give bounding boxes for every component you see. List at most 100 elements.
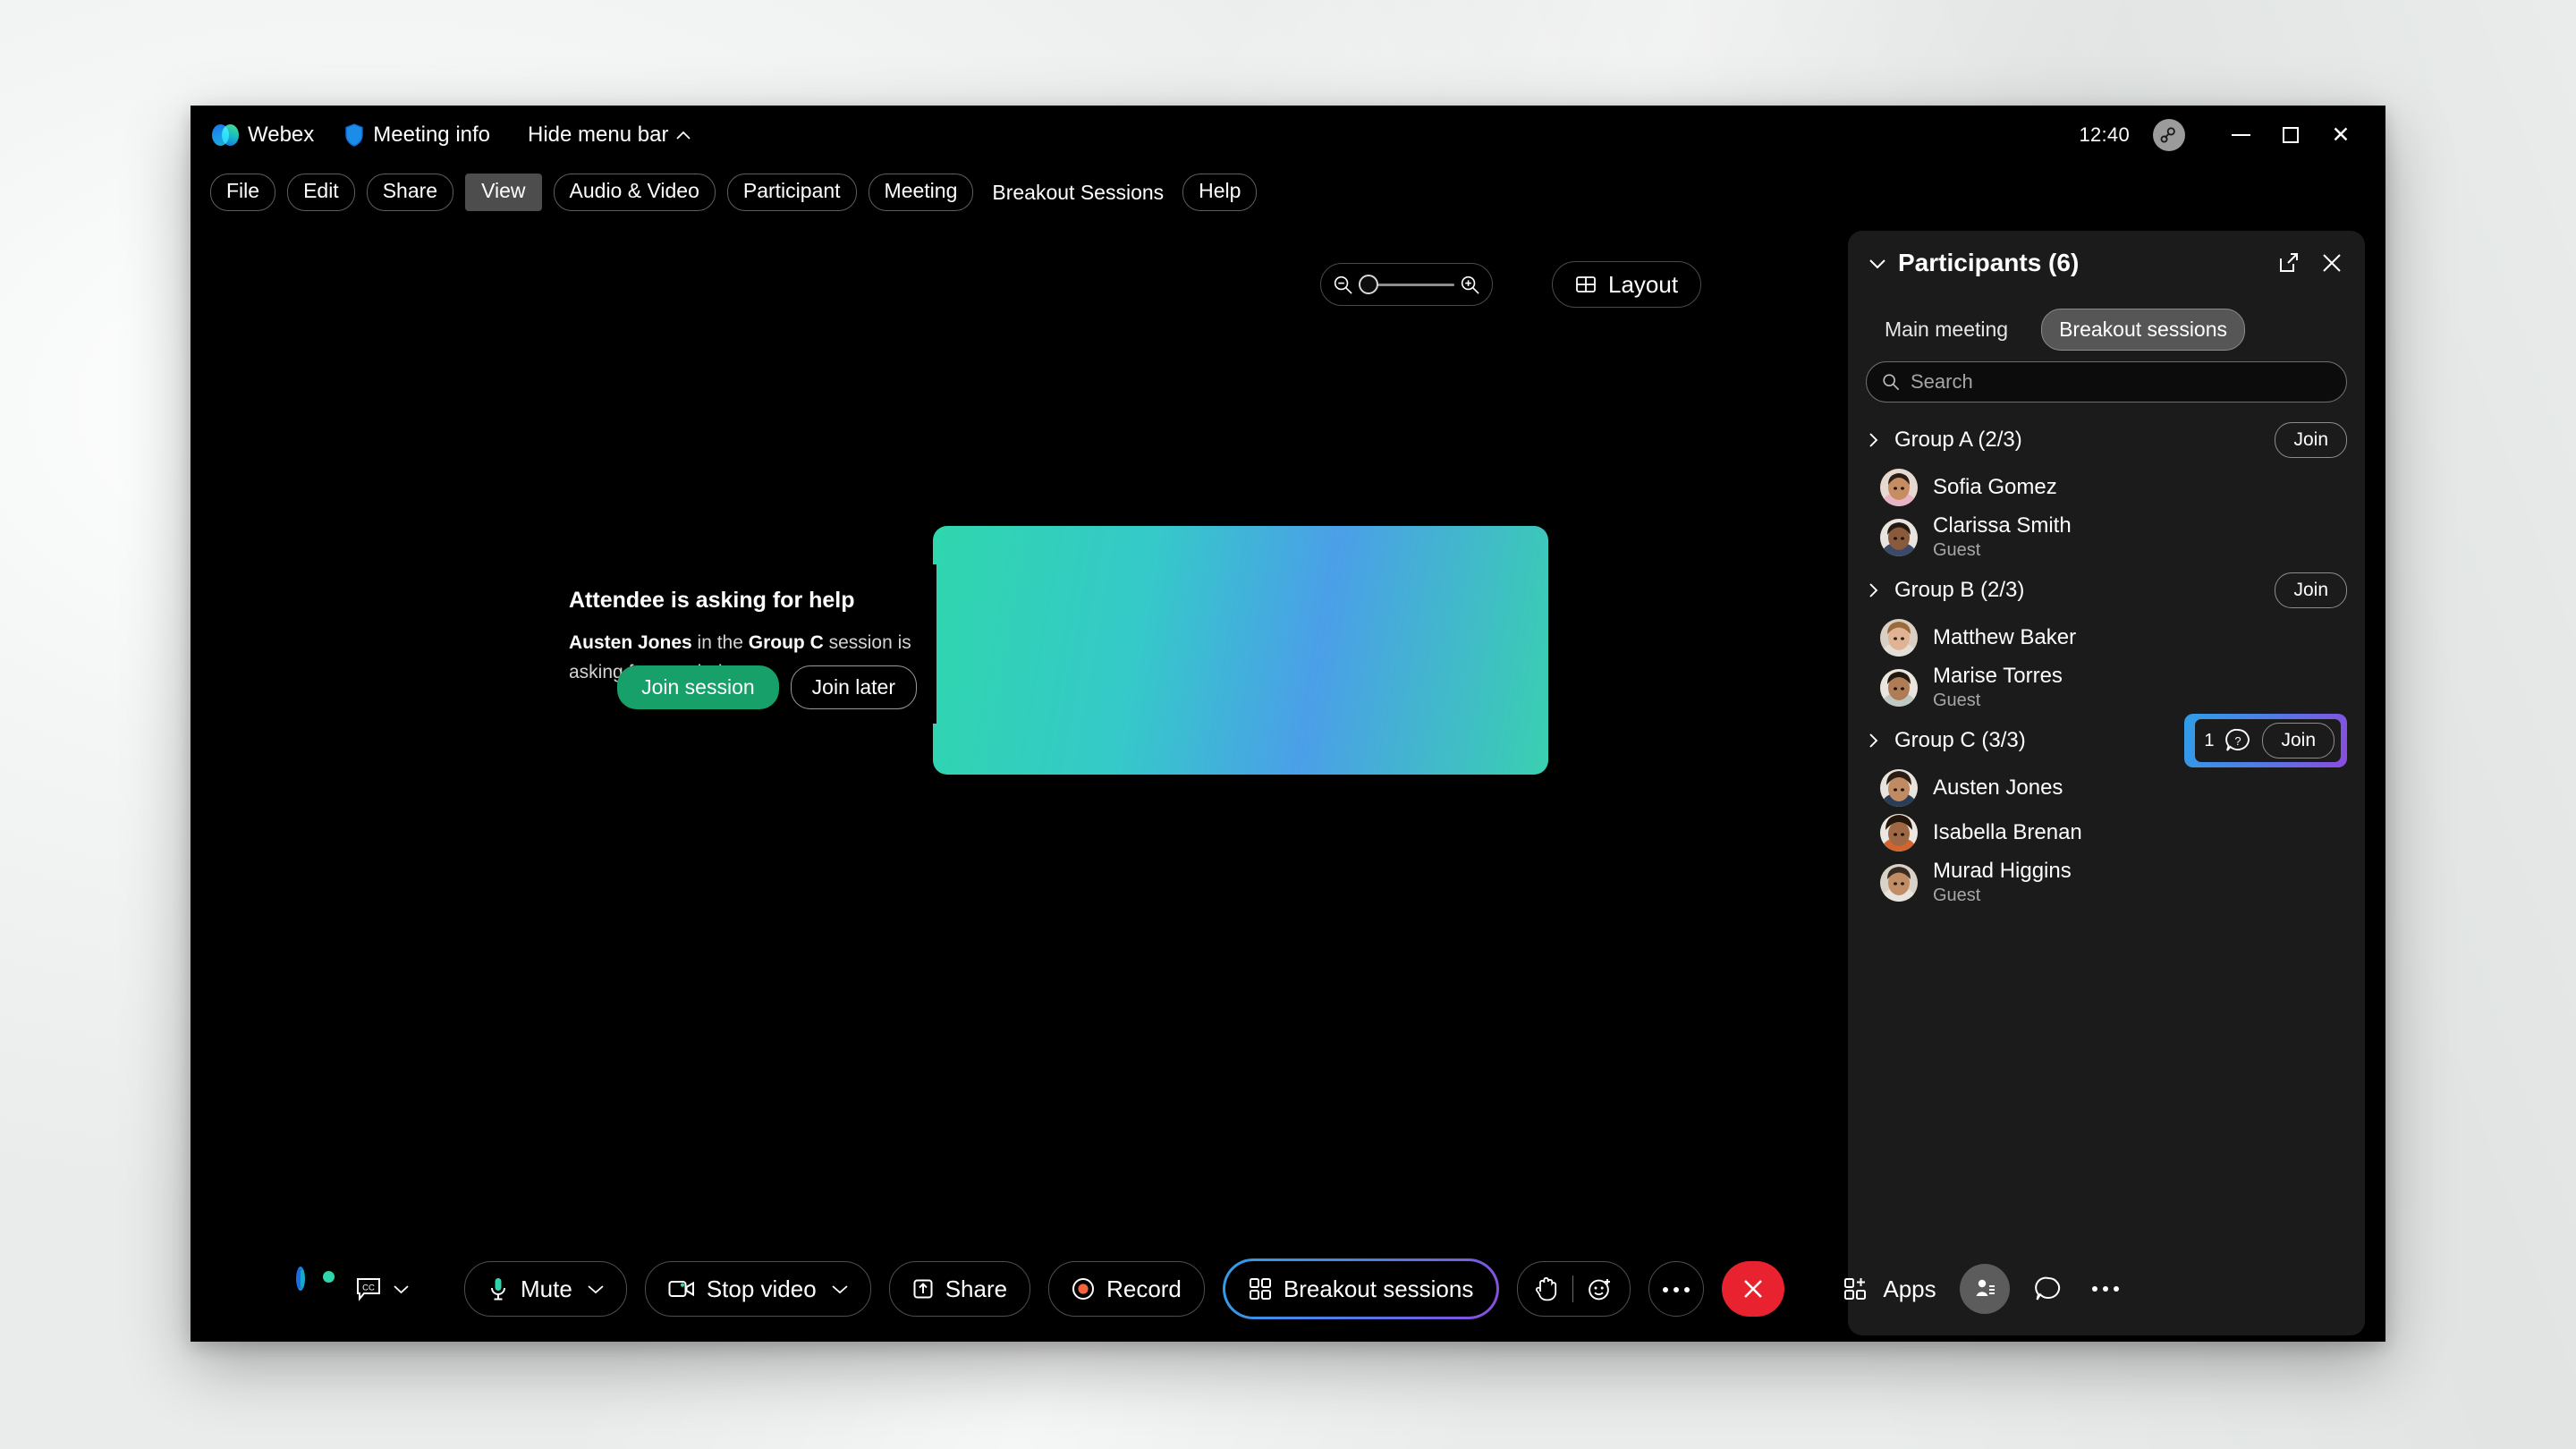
search-input[interactable] [1911, 370, 2331, 394]
stop-video-button[interactable]: Stop video [644, 1261, 871, 1317]
record-icon [1072, 1278, 1095, 1300]
participant-row[interactable]: Clarissa Smith Guest [1848, 510, 2365, 565]
video-tile[interactable] [307, 267, 922, 515]
menu-item-edit[interactable]: Edit [287, 174, 355, 211]
share-screen-icon [913, 1279, 933, 1299]
dialog-text-mid: in the [691, 632, 749, 653]
meeting-info-label: Meeting info [373, 123, 491, 147]
group-row-highlighted[interactable]: Group C (3/3) 1 ? Join [1848, 714, 2365, 767]
share-button[interactable]: Share [888, 1261, 1031, 1317]
help-request-count: 1 [2204, 730, 2215, 750]
group-row[interactable]: Group B (2/3) Join [1848, 565, 2365, 615]
group-row[interactable]: Group A (2/3) Join [1848, 415, 2365, 465]
participant-role: Guest [1933, 886, 1981, 906]
participants-tabs: Main meeting Breakout sessions [1848, 302, 2365, 356]
camera-icon [668, 1281, 694, 1297]
participant-row[interactable]: Austen Jones [1848, 766, 2365, 810]
breakout-sessions-label: Breakout sessions [1283, 1275, 1474, 1302]
shield-icon [345, 123, 363, 147]
participants-panel: Participants (6) Main meeting Breakout s… [1848, 231, 2365, 1335]
close-icon[interactable] [2317, 248, 2347, 278]
join-later-button[interactable]: Join later [790, 665, 917, 709]
participant-row[interactable]: Murad Higgins Guest [1848, 855, 2365, 911]
chat-bubble-icon [2034, 1276, 2060, 1301]
dialog-title: Attendee is asking for help [569, 588, 855, 613]
participant-name: Matthew Baker [1933, 625, 2077, 650]
breakout-grid-icon [1249, 1278, 1271, 1300]
chevron-right-icon[interactable] [1864, 732, 1882, 750]
hide-menu-bar-label: Hide menu bar [528, 123, 669, 147]
key-icon[interactable] [2153, 119, 2185, 151]
search-box[interactable] [1866, 361, 2347, 402]
emoji-icon[interactable] [1588, 1276, 1613, 1301]
question-bubble-icon[interactable]: ? [2224, 727, 2251, 754]
video-tile-active-speaker[interactable] [933, 526, 1548, 775]
breakout-group-list: Group A (2/3) Join Sofia Gomez Clarissa … [1848, 415, 2365, 911]
raise-hand-icon[interactable] [1535, 1275, 1558, 1302]
video-tile[interactable] [933, 785, 1548, 1034]
join-group-button[interactable]: Join [2262, 723, 2334, 758]
share-label: Share [945, 1275, 1008, 1302]
chevron-up-icon [676, 131, 691, 140]
tab-main-meeting[interactable]: Main meeting [1868, 309, 2025, 350]
close-button[interactable]: ✕ [2316, 114, 2366, 157]
chevron-down-icon[interactable] [588, 1284, 604, 1294]
popout-icon[interactable] [2274, 248, 2304, 278]
svg-text:?: ? [2235, 734, 2241, 748]
participant-name: Isabella Brenan [1933, 820, 2082, 845]
chevron-right-icon[interactable] [1864, 431, 1882, 449]
maximize-button[interactable] [2266, 114, 2316, 157]
apps-button[interactable]: Apps [1843, 1275, 1936, 1303]
join-group-button[interactable]: Join [2275, 422, 2347, 458]
mute-button[interactable]: Mute [464, 1261, 627, 1317]
menu-item-participant[interactable]: Participant [726, 174, 857, 211]
toolbar-overflow-button[interactable] [2085, 1268, 2126, 1309]
webex-brand: Webex [212, 123, 314, 148]
record-button[interactable]: Record [1048, 1261, 1205, 1317]
menu-item-view[interactable]: View [465, 174, 542, 211]
join-group-button[interactable]: Join [2275, 572, 2347, 608]
menu-item-share[interactable]: Share [366, 174, 454, 211]
meeting-info-button[interactable]: Meeting info [344, 123, 490, 148]
more-options-button[interactable] [1648, 1261, 1705, 1317]
chevron-down-icon [394, 1284, 409, 1293]
video-tile[interactable] [933, 267, 1548, 515]
chevron-down-icon[interactable] [832, 1284, 848, 1294]
leave-meeting-button[interactable] [1722, 1261, 1785, 1317]
participants-button[interactable] [1959, 1264, 2010, 1314]
group-name: Group B (2/3) [1894, 578, 2025, 602]
participant-role: Guest [1933, 691, 1981, 711]
menu-item-audio-video[interactable]: Audio & Video [553, 174, 716, 211]
mute-label: Mute [521, 1275, 572, 1302]
participants-panel-title: Participants (6) [1898, 249, 2080, 276]
participant-row[interactable]: Sofia Gomez [1848, 465, 2365, 510]
menu-item-help[interactable]: Help [1182, 174, 1258, 211]
participant-name: Austen Jones [1933, 775, 2063, 801]
ai-assistant-icon[interactable] [296, 1267, 335, 1307]
chevron-right-icon[interactable] [1864, 581, 1882, 599]
avatar [1880, 864, 1918, 902]
breakout-sessions-button[interactable]: Breakout sessions [1224, 1261, 1497, 1317]
participant-row[interactable]: Marise Torres Guest [1848, 660, 2365, 716]
participant-row[interactable]: Isabella Brenan [1848, 810, 2365, 855]
microphone-icon [491, 1278, 505, 1301]
minimize-button[interactable] [2216, 114, 2266, 157]
join-session-button[interactable]: Join session [617, 665, 779, 709]
chat-button[interactable] [2028, 1268, 2069, 1309]
participant-name: Clarissa Smith [1933, 513, 2072, 538]
tab-breakout-sessions[interactable]: Breakout sessions [2041, 308, 2246, 351]
video-tile[interactable] [307, 785, 922, 1034]
participant-name: Marise Torres [1933, 663, 2063, 688]
closed-captions-button[interactable]: CC [355, 1276, 409, 1301]
hide-menu-bar-button[interactable]: Hide menu bar [528, 123, 691, 148]
leave-meeting-icon [1744, 1280, 1763, 1298]
chevron-down-icon[interactable] [1866, 251, 1889, 275]
brand-label: Webex [248, 123, 315, 147]
menu-item-meeting[interactable]: Meeting [868, 174, 974, 211]
menu-item-breakout-sessions[interactable]: Breakout Sessions [985, 175, 1171, 210]
avatar [1880, 469, 1918, 506]
menu-item-file[interactable]: File [210, 174, 276, 211]
avatar [1880, 814, 1918, 852]
participant-row[interactable]: Matthew Baker [1848, 615, 2365, 660]
group-name: Group A (2/3) [1894, 428, 2022, 452]
